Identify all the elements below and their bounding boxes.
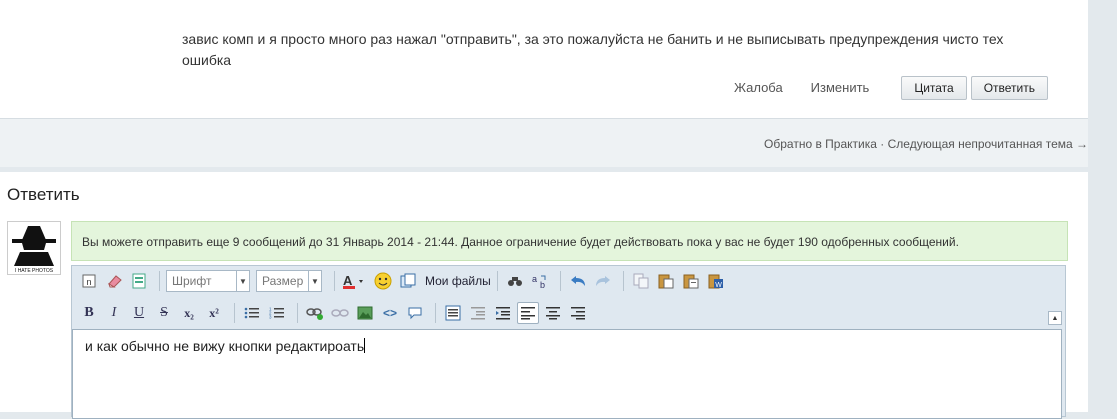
link-icon[interactable] — [304, 302, 326, 324]
quote-icon[interactable] — [404, 302, 426, 324]
replace-icon[interactable]: ab — [529, 270, 551, 292]
code-icon[interactable]: <> — [379, 302, 401, 324]
svg-text:a: a — [532, 274, 537, 284]
smiley-icon[interactable] — [372, 270, 394, 292]
italic-icon[interactable]: I — [103, 302, 125, 324]
align-right-icon[interactable] — [567, 302, 589, 324]
strikethrough-icon[interactable]: S — [153, 302, 175, 324]
back-to-forum-link[interactable]: Обратно в Практика — [764, 137, 877, 151]
my-files-button[interactable]: Мои файлы — [425, 274, 491, 288]
eraser-icon[interactable] — [103, 270, 125, 292]
bold-icon[interactable]: B — [78, 302, 100, 324]
toolbar-separator — [334, 271, 335, 291]
size-select[interactable]: Размер ▼ — [256, 270, 322, 292]
copy-icon[interactable] — [630, 270, 652, 292]
toolbar-separator — [234, 303, 235, 323]
paste-text-icon[interactable] — [128, 270, 150, 292]
superscript-icon[interactable]: x² — [203, 302, 225, 324]
svg-text:A: A — [343, 273, 353, 288]
chevron-down-icon: ▼ — [308, 271, 321, 291]
toolbar-separator — [496, 271, 498, 291]
toolbar-row-2: B I U S x₂ x² 123 <> — [78, 300, 592, 326]
underline-icon[interactable]: U — [128, 302, 150, 324]
unlink-icon[interactable] — [329, 302, 351, 324]
quote-button[interactable]: Цитата — [901, 75, 967, 100]
text-color-icon[interactable]: A — [341, 270, 369, 292]
outdent-icon[interactable] — [467, 302, 489, 324]
svg-text:n: n — [86, 277, 91, 287]
reply-button[interactable]: Ответить — [970, 75, 1048, 100]
toolbar-separator — [435, 303, 436, 323]
post-actions: Жалоба Изменить Цитата Ответить — [734, 75, 1048, 100]
reply-box: Ответить I HATE PHOTOS Вы можете отправи… — [0, 172, 1088, 419]
text-caret — [364, 338, 366, 353]
collapse-toolbar-icon[interactable]: ▲ — [1048, 311, 1062, 325]
post-card: завис комп и я просто много раз нажал "о… — [0, 0, 1088, 119]
bulleted-list-icon[interactable] — [241, 302, 263, 324]
paste-plain-icon[interactable] — [680, 270, 702, 292]
rich-text-editor: n Шрифт ▼ Размер ▼ A Мои файлы a b W B I… — [71, 265, 1066, 419]
numbered-list-icon[interactable]: 123 — [266, 302, 288, 324]
indent-icon[interactable] — [492, 302, 514, 324]
subscript-icon[interactable]: x₂ — [178, 302, 200, 324]
svg-text:W: W — [715, 282, 722, 289]
toolbar-row-1: n Шрифт ▼ Размер ▼ A Мои файлы a b W — [78, 268, 730, 294]
reply-text: и как обычно не вижу кнопки редактироать — [85, 338, 365, 354]
spy-avatar-icon: I HATE PHOTOS — [12, 226, 56, 274]
edit-link[interactable]: Изменить — [811, 80, 870, 95]
font-select[interactable]: Шрифт ▼ — [166, 270, 250, 292]
redo-icon[interactable] — [592, 270, 614, 292]
chevron-down-icon: ▼ — [236, 271, 249, 291]
post-limit-notice: Вы можете отправить еще 9 сообщений до 3… — [71, 221, 1068, 261]
svg-text:b: b — [540, 280, 545, 289]
find-icon[interactable] — [504, 270, 526, 292]
report-link[interactable]: Жалоба — [734, 80, 783, 95]
font-select-value: Шрифт — [172, 274, 212, 288]
reply-title: Ответить — [7, 185, 80, 204]
source-mode-icon[interactable]: n — [78, 270, 100, 292]
paste-word-icon[interactable]: W — [705, 270, 727, 292]
page-right-edge — [1088, 0, 1117, 405]
spoiler-icon[interactable] — [442, 302, 464, 324]
svg-text:3: 3 — [269, 315, 272, 320]
avatar-caption: I HATE PHOTOS — [15, 268, 54, 274]
my-files-icon[interactable] — [397, 270, 419, 292]
align-left-icon[interactable] — [517, 302, 539, 324]
toolbar-separator — [622, 271, 624, 291]
toolbar-separator — [297, 303, 298, 323]
next-unread-topic-link[interactable]: Следующая непрочитанная тема → — [888, 137, 1088, 151]
align-center-icon[interactable] — [542, 302, 564, 324]
post-text: завис комп и я просто много раз нажал "о… — [182, 31, 1004, 68]
toolbar-separator — [159, 271, 160, 291]
toolbar-separator — [559, 271, 561, 291]
size-select-value: Размер — [262, 274, 304, 288]
topic-nav: Обратно в Практика · Следующая непрочита… — [0, 119, 1088, 167]
nav-separator: · — [880, 137, 885, 151]
undo-icon[interactable] — [567, 270, 589, 292]
avatar[interactable]: I HATE PHOTOS — [7, 221, 61, 275]
reply-textarea[interactable]: и как обычно не вижу кнопки редактироать — [72, 329, 1062, 419]
topic-nav-links: Обратно в Практика · Следующая непрочита… — [764, 137, 1088, 151]
image-icon[interactable] — [354, 302, 376, 324]
paste-icon[interactable] — [655, 270, 677, 292]
